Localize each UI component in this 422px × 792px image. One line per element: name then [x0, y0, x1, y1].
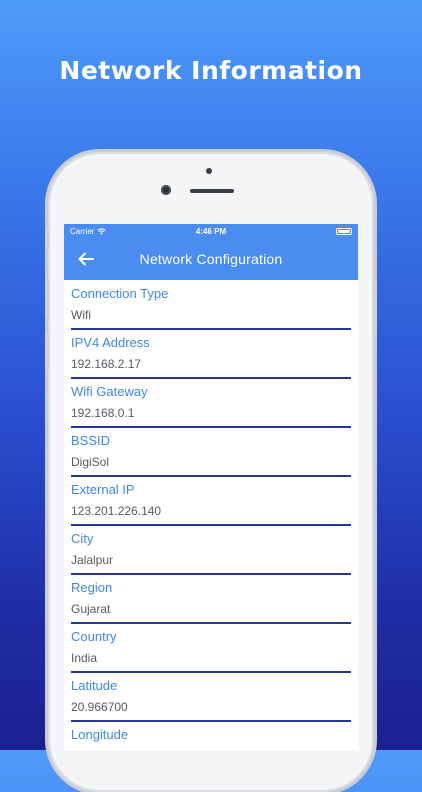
field-label: Connection Type: [71, 286, 169, 301]
status-bar: Carrier 4:46 PM: [64, 224, 358, 238]
field-label: Latitude: [71, 678, 118, 693]
field-label: Longitude: [71, 727, 129, 742]
network-info-list: Connection Type Wifi IPV4 Address 192.16…: [64, 280, 358, 750]
promo-title: Network Information: [59, 56, 363, 85]
field-value: India: [71, 651, 98, 665]
phone-volume-up-button: [45, 280, 49, 318]
field-connection-type: Connection Type Wifi: [71, 280, 351, 330]
phone-power-button: [373, 280, 377, 340]
arrow-left-icon: [78, 252, 94, 266]
phone-sensor-dot: [206, 168, 212, 174]
field-value: 123.201.226.140: [71, 504, 162, 518]
field-value: DigiSol: [71, 455, 110, 469]
phone-screen: Carrier 4:46 PM Network Configuration Co…: [64, 224, 358, 750]
field-label: BSSID: [71, 433, 111, 448]
field-label: External IP: [71, 482, 135, 497]
phone-camera: [161, 185, 171, 195]
field-longitude: Longitude: [71, 721, 351, 750]
field-value: 192.168.0.1: [71, 406, 135, 420]
phone-speaker: [190, 189, 234, 193]
field-country: Country India: [71, 623, 351, 673]
field-label: Country: [71, 629, 117, 644]
status-time: 4:46 PM: [195, 226, 227, 236]
field-value: 20.966700: [71, 700, 128, 714]
field-external-ip: External IP 123.201.226.140: [71, 476, 351, 526]
field-city: City Jalalpur: [71, 525, 351, 575]
phone-volume-down-button: [45, 332, 49, 370]
battery-icon: [336, 227, 352, 235]
field-label: Wifi Gateway: [71, 384, 148, 399]
field-latitude: Latitude 20.966700: [71, 672, 351, 722]
phone-side-button: [45, 228, 49, 248]
page-title: Network Configuration: [139, 251, 283, 267]
field-value: Jalalpur: [71, 553, 114, 567]
field-label: Region: [71, 580, 113, 595]
field-label: IPV4 Address: [71, 335, 150, 350]
field-value: 192.168.2.17: [71, 357, 142, 371]
field-ipv4-address: IPV4 Address 192.168.2.17: [71, 329, 351, 379]
field-bssid: BSSID DigiSol: [71, 427, 351, 477]
field-wifi-gateway: Wifi Gateway 192.168.0.1: [71, 378, 351, 428]
back-button[interactable]: [70, 238, 102, 280]
field-value: Wifi: [71, 308, 91, 322]
field-value: Gujarat: [71, 602, 111, 616]
field-label: City: [71, 531, 94, 546]
field-region: Region Gujarat: [71, 574, 351, 624]
app-bar: Network Configuration: [64, 238, 358, 280]
